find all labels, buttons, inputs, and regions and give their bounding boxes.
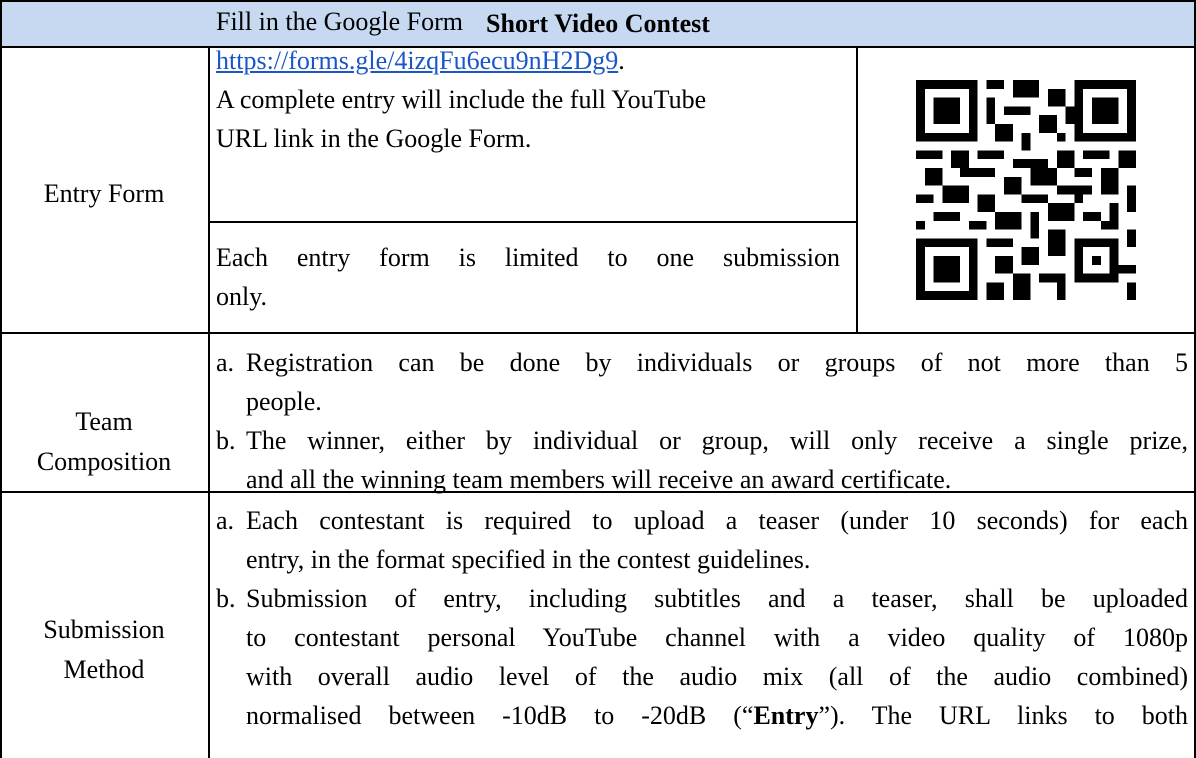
column-divider bbox=[208, 46, 210, 758]
submission-item-a-marker: a. bbox=[216, 506, 235, 535]
line4-post: ”). The URL links to both bbox=[818, 701, 1188, 730]
submission-item-b-marker: b. bbox=[216, 584, 236, 613]
submission-method-label: Submission Method bbox=[0, 610, 208, 690]
submission-item-b-line4: normalised between -10dB to -20dB (“Entr… bbox=[246, 696, 1188, 735]
submission-item-a-line1: Each contestant is required to upload a … bbox=[246, 506, 1188, 535]
team-item-a-line2: people. bbox=[246, 387, 322, 416]
border-top bbox=[0, 0, 1196, 2]
team-item-b-marker: b. bbox=[216, 426, 236, 455]
submission-item-b-line2: to contestant personal YouTube channel w… bbox=[246, 623, 1188, 652]
border-left bbox=[0, 0, 2, 758]
submission-label-line2: Method bbox=[63, 655, 145, 684]
entry-inner-divider bbox=[208, 221, 856, 223]
submission-item-b-line3: with overall audio level of the audio mi… bbox=[246, 662, 1188, 691]
entry-term: Entry bbox=[753, 701, 819, 730]
submission-item-a-line2: entry, in the format specified in the co… bbox=[246, 545, 811, 574]
entry-form-instruction: Fill in the Google Form bbox=[216, 7, 463, 36]
google-form-link[interactable]: https://forms.gle/4izqFu6ecu9nH2Dg9 bbox=[216, 46, 618, 75]
line4-pre: normalised between -10dB to -20dB (“ bbox=[246, 701, 754, 730]
team-composition-label: Team Composition bbox=[0, 402, 208, 482]
entry-form-note-line2: URL link in the Google Form. bbox=[216, 124, 532, 153]
link-suffix: . bbox=[618, 46, 625, 75]
header-divider bbox=[0, 46, 1196, 48]
team-label-line1: Team bbox=[75, 407, 133, 436]
team-item-b-line1: The winner, either by individual or grou… bbox=[246, 426, 1188, 455]
submission-label-line1: Submission bbox=[43, 615, 165, 644]
row-divider-1 bbox=[0, 332, 1196, 334]
team-label-line2: Composition bbox=[36, 447, 172, 476]
table-title: Short Video Contest bbox=[486, 9, 710, 38]
team-item-b-line2: and all the winning team members will re… bbox=[246, 465, 952, 494]
entry-form-note-line1: A complete entry will include the full Y… bbox=[216, 85, 707, 114]
qr-code-icon bbox=[916, 80, 1136, 300]
qr-column-divider bbox=[856, 46, 858, 333]
entry-limit-line2: only. bbox=[216, 282, 268, 311]
team-item-a-marker: a. bbox=[216, 348, 235, 377]
team-item-a-line1: Registration can be done by individuals … bbox=[246, 348, 1188, 377]
row-divider-2 bbox=[0, 491, 1196, 493]
entry-limit-line1: Each entry form is limited to one submis… bbox=[216, 243, 840, 272]
entry-form-label: Entry Form bbox=[43, 179, 165, 208]
contest-table: Short Video Contest Entry Form Fill in t… bbox=[0, 0, 1196, 758]
submission-item-b-line1: Submission of entry, including subtitles… bbox=[246, 584, 1188, 613]
